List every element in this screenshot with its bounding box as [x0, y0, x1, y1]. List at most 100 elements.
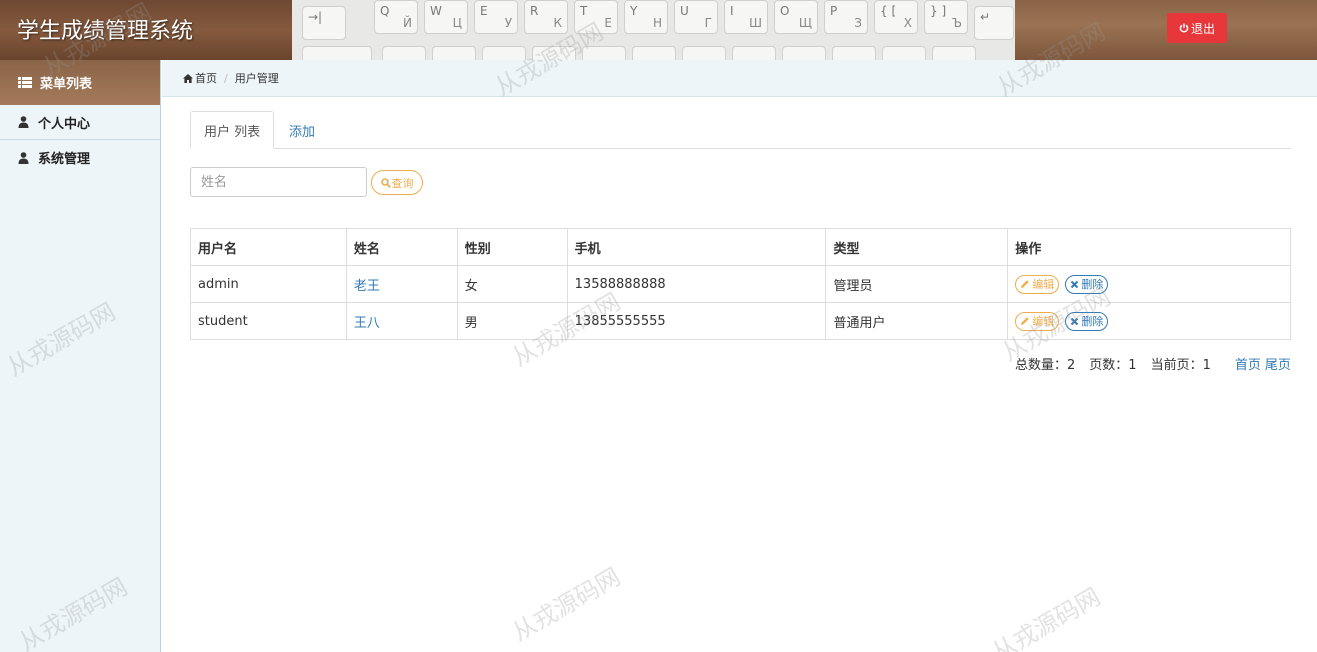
keyboard-key: { [Х	[874, 0, 918, 34]
keyboard-key	[732, 46, 776, 60]
list-icon	[18, 77, 32, 88]
sidebar-item-system-management[interactable]: 系统管理	[0, 140, 160, 175]
user-icon	[18, 151, 29, 164]
cell-gender: 男	[456, 302, 568, 340]
keyboard-key: PЗ	[824, 0, 868, 34]
edit-button[interactable]: 编辑	[1015, 274, 1060, 294]
close-icon	[1071, 317, 1079, 325]
user-icon	[18, 116, 29, 128]
users-table: 用户名 姓名 性别 手机 类型 操作 admin 老王 女 1358888888…	[190, 228, 1291, 340]
table-header-row: 用户名 姓名 性别 手机 类型 操作	[190, 228, 1291, 266]
keyboard-key: IШ	[724, 0, 768, 34]
search-button[interactable]: 查询	[371, 170, 423, 195]
column-header-name: 姓名	[345, 228, 458, 266]
name-link[interactable]: 王八	[354, 316, 380, 331]
cell-phone: 13588888888	[566, 265, 827, 303]
sidebar-header: 菜单列表	[0, 60, 160, 105]
tab-bar: 用户 列表 添加	[190, 111, 1291, 149]
keyboard-key: →|	[302, 6, 346, 40]
keyboard-key: ↵	[974, 6, 1014, 40]
cell-actions: 编辑 删除	[1007, 302, 1291, 340]
main-content: 用户 列表 添加 查询 用户名 姓名 性别 手机 类型 操作 admin	[162, 97, 1317, 652]
keyboard-key	[782, 46, 826, 60]
keyboard-key	[432, 46, 476, 60]
pencil-icon	[1021, 280, 1029, 288]
cell-gender: 女	[456, 265, 568, 303]
keyboard-key: OЩ	[774, 0, 818, 34]
close-icon	[1071, 280, 1079, 288]
sidebar-item-personal-center[interactable]: 个人中心	[0, 105, 160, 140]
keyboard-key: TЕ	[574, 0, 618, 34]
keyboard-key: RК	[524, 0, 568, 34]
home-icon	[183, 73, 193, 83]
pencil-icon	[1021, 317, 1029, 325]
cell-actions: 编辑 删除	[1007, 265, 1291, 303]
edit-label: 编辑	[1032, 315, 1055, 328]
pager-total: 总数量：2	[1015, 358, 1076, 373]
cell-name: 老王	[345, 265, 458, 303]
cell-phone: 13855555555	[566, 302, 827, 340]
keyboard-key	[382, 46, 426, 60]
keyboard-key	[632, 46, 676, 60]
column-header-gender: 性别	[456, 228, 568, 266]
power-icon	[1179, 23, 1189, 33]
cell-type: 普通用户	[825, 302, 1009, 340]
sidebar-item-label: 系统管理	[38, 152, 91, 167]
edit-button[interactable]: 编辑	[1015, 311, 1060, 331]
keyboard-key	[682, 46, 726, 60]
breadcrumb-current: 用户管理	[234, 72, 279, 85]
column-header-type: 类型	[825, 228, 1009, 266]
search-icon	[380, 177, 391, 188]
breadcrumb-home[interactable]: 首页	[183, 70, 217, 86]
table-row: student 王八 男 13855555555 普通用户 编辑 删除	[190, 302, 1291, 340]
keyboard-key: YН	[624, 0, 668, 34]
keyboard-key	[532, 46, 576, 60]
keyboard-key	[582, 46, 626, 60]
pagination: 总数量：2 页数：1 当前页：1 首页 尾页	[1015, 354, 1291, 373]
keyboard-key: } ] Ъ	[924, 0, 968, 34]
header: →| QЙ WЦ EУ RК TЕ YН UГ IШ OЩ PЗ { [Х } …	[0, 0, 1317, 60]
keyboard-photo: →| QЙ WЦ EУ RК TЕ YН UГ IШ OЩ PЗ { [Х } …	[292, 0, 1018, 60]
pager-first-link[interactable]: 首页	[1235, 354, 1261, 373]
table-row: admin 老王 女 13588888888 管理员 编辑 删除	[190, 265, 1291, 303]
sidebar: 菜单列表 个人中心 系统管理	[0, 60, 161, 652]
logout-label: 退出	[1190, 21, 1215, 36]
delete-button[interactable]: 删除	[1065, 274, 1109, 294]
breadcrumb-separator: /	[224, 71, 228, 85]
sidebar-item-label: 个人中心	[38, 116, 91, 132]
cell-username: student	[190, 302, 347, 340]
sidebar-header-label: 菜单列表	[40, 77, 93, 92]
keyboard-key	[832, 46, 876, 60]
pager-last-link[interactable]: 尾页	[1265, 354, 1291, 373]
delete-label: 删除	[1081, 278, 1104, 291]
cell-name: 王八	[345, 302, 458, 340]
keyboard-key: UГ	[674, 0, 718, 34]
column-header-actions: 操作	[1007, 228, 1291, 266]
keyboard-key	[482, 46, 526, 60]
edit-label: 编辑	[1032, 278, 1055, 291]
keyboard-key	[302, 46, 372, 60]
column-header-phone: 手机	[566, 228, 827, 266]
search-name-input[interactable]	[190, 167, 367, 197]
pager-current: 当前页：1	[1150, 358, 1211, 373]
keyboard-key	[882, 46, 926, 60]
app-title: 学生成绩管理系统	[17, 19, 194, 44]
keyboard-key: EУ	[474, 0, 518, 34]
cell-type: 管理员	[825, 265, 1009, 303]
keyboard-key: WЦ	[424, 0, 468, 34]
tab-user-list[interactable]: 用户 列表	[190, 111, 275, 149]
breadcrumb-home-label: 首页	[195, 72, 217, 85]
keyboard-key: QЙ	[374, 0, 418, 34]
delete-label: 删除	[1081, 315, 1104, 328]
pager-pages: 页数：1	[1089, 358, 1137, 373]
name-link[interactable]: 老王	[354, 279, 380, 294]
keyboard-key	[932, 46, 976, 60]
logout-button[interactable]: 退出	[1167, 13, 1227, 43]
header-wood-right	[1015, 0, 1317, 60]
breadcrumb: 首页 / 用户管理	[162, 60, 1317, 97]
search-button-label: 查询	[391, 176, 414, 190]
delete-button[interactable]: 删除	[1065, 311, 1109, 331]
cell-username: admin	[190, 265, 347, 303]
column-header-username: 用户名	[190, 228, 347, 266]
tab-add[interactable]: 添加	[276, 111, 328, 149]
